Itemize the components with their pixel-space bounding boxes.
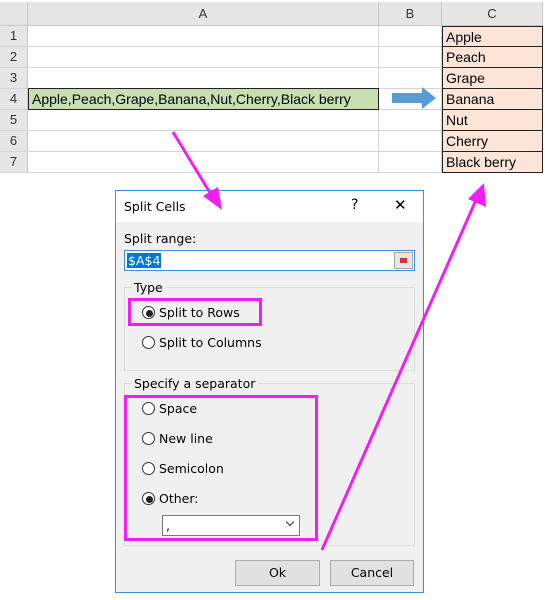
title-bar: Split Cells ? ✕ <box>116 191 423 222</box>
cell-c[interactable]: Nut <box>442 110 543 131</box>
cell-a[interactable] <box>28 152 379 173</box>
ok-button[interactable]: Ok <box>235 560 320 586</box>
column-header-a[interactable]: A <box>28 2 379 26</box>
other-separator-dropdown[interactable]: , <box>162 515 300 536</box>
cell-b[interactable] <box>379 110 442 131</box>
row-header[interactable]: 2 <box>0 47 28 68</box>
split-to-rows-label[interactable]: Split to Rows <box>159 305 240 320</box>
row-header[interactable]: 4 <box>0 89 28 110</box>
cell-c[interactable]: Black berry <box>442 152 543 173</box>
column-header-c[interactable]: C <box>442 2 543 26</box>
other-separator-value: , <box>166 518 170 533</box>
right-arrow-icon <box>392 87 436 109</box>
select-all-corner[interactable] <box>0 2 28 26</box>
dialog-title: Split Cells <box>124 199 186 214</box>
other-radio[interactable] <box>142 492 155 505</box>
row-header[interactable]: 5 <box>0 110 28 131</box>
space-radio[interactable] <box>142 402 155 415</box>
cell-a[interactable] <box>28 26 379 47</box>
split-to-columns-label[interactable]: Split to Columns <box>159 335 262 350</box>
split-range-value: $A$4 <box>127 253 162 268</box>
row-header[interactable]: 1 <box>0 26 28 47</box>
cancel-button[interactable]: Cancel <box>330 560 414 586</box>
cell-a4[interactable]: Apple,Peach,Grape,Banana,Nut,Cherry,Blac… <box>28 88 379 110</box>
cell-b[interactable] <box>379 26 442 47</box>
cell-a[interactable] <box>28 131 379 152</box>
other-label[interactable]: Other: <box>159 491 198 506</box>
chevron-down-icon <box>285 517 295 527</box>
space-label[interactable]: Space <box>159 401 197 416</box>
cell-a[interactable] <box>28 110 379 131</box>
column-header-b[interactable]: B <box>379 2 442 26</box>
semicolon-radio[interactable] <box>142 462 155 475</box>
separator-group-label: Specify a separator <box>131 376 259 391</box>
type-group-label: Type <box>131 280 166 295</box>
cell-a[interactable] <box>28 47 379 68</box>
cell-a[interactable] <box>28 68 379 89</box>
split-cells-dialog: Split Cells ? ✕ Split range: $A$4 Type S… <box>115 190 424 593</box>
row-header[interactable]: 6 <box>0 131 28 152</box>
cell-c[interactable]: Apple <box>442 26 543 47</box>
cell-b[interactable] <box>379 47 442 68</box>
row-header[interactable]: 7 <box>0 152 28 173</box>
split-to-columns-radio[interactable] <box>142 336 155 349</box>
cell-c[interactable]: Banana <box>442 89 543 110</box>
range-select-icon[interactable] <box>394 252 413 269</box>
cell-c[interactable]: Cherry <box>442 131 543 152</box>
cell-b[interactable] <box>379 68 442 89</box>
cell-c[interactable]: Peach <box>442 47 543 68</box>
split-to-rows-radio[interactable] <box>142 306 155 319</box>
new-line-label[interactable]: New line <box>159 431 213 446</box>
cell-b[interactable] <box>379 152 442 173</box>
split-range-label: Split range: <box>124 231 197 246</box>
close-button[interactable]: ✕ <box>394 196 407 214</box>
row-header[interactable]: 3 <box>0 68 28 89</box>
new-line-radio[interactable] <box>142 432 155 445</box>
cell-b[interactable] <box>379 131 442 152</box>
help-button[interactable]: ? <box>351 197 358 213</box>
split-range-input[interactable]: $A$4 <box>124 250 415 271</box>
semicolon-label[interactable]: Semicolon <box>159 461 224 476</box>
cell-c[interactable]: Grape <box>442 68 543 89</box>
